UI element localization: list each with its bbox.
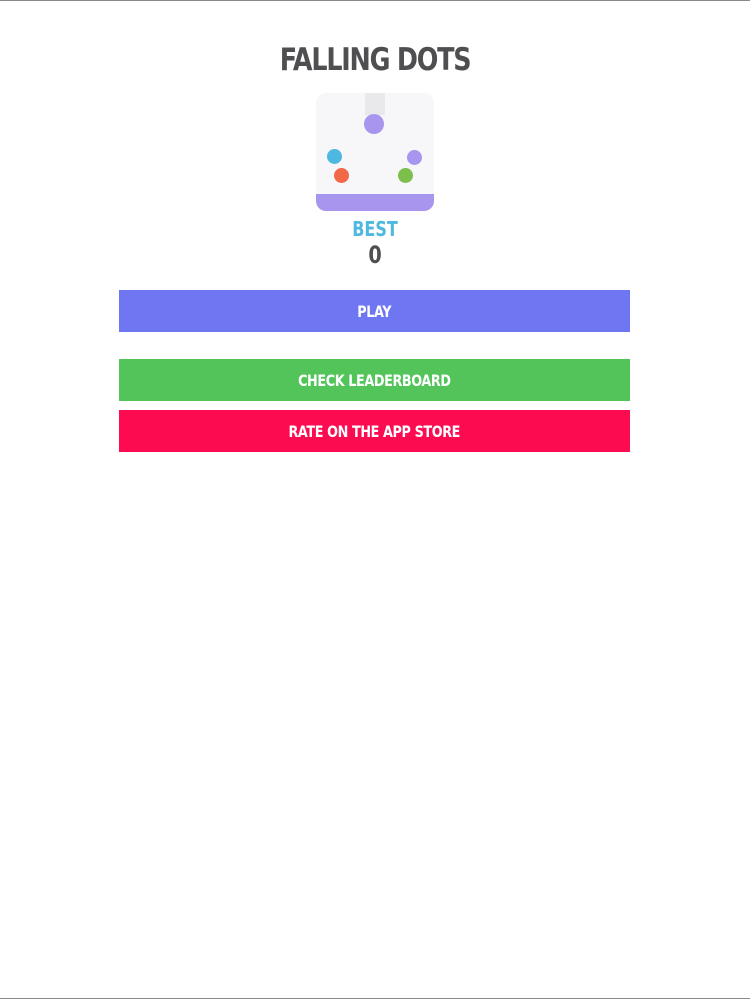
bottom-divider xyxy=(0,998,750,999)
best-score-label: BEST xyxy=(352,217,398,241)
play-button-label: PLAY xyxy=(357,301,392,321)
green-dot xyxy=(398,168,413,183)
play-button[interactable]: PLAY xyxy=(119,290,630,332)
top-divider xyxy=(0,0,750,1)
rate-app-store-button-label: RATE ON THE APP STORE xyxy=(288,421,461,441)
check-leaderboard-button-label: CHECK LEADERBOARD xyxy=(298,370,451,390)
blue-dot xyxy=(327,149,342,164)
rate-app-store-button[interactable]: RATE ON THE APP STORE xyxy=(119,410,630,452)
small-purple-dot xyxy=(407,150,422,165)
logo-floor-bar xyxy=(316,194,434,211)
check-leaderboard-button[interactable]: CHECK LEADERBOARD xyxy=(119,359,630,401)
falling-purple-dot xyxy=(364,114,384,134)
best-score-value: 0 xyxy=(368,241,382,269)
dot-chute xyxy=(365,93,385,115)
game-logo xyxy=(316,93,434,211)
orange-dot xyxy=(334,168,349,183)
game-title: FALLING DOTS xyxy=(279,42,472,78)
